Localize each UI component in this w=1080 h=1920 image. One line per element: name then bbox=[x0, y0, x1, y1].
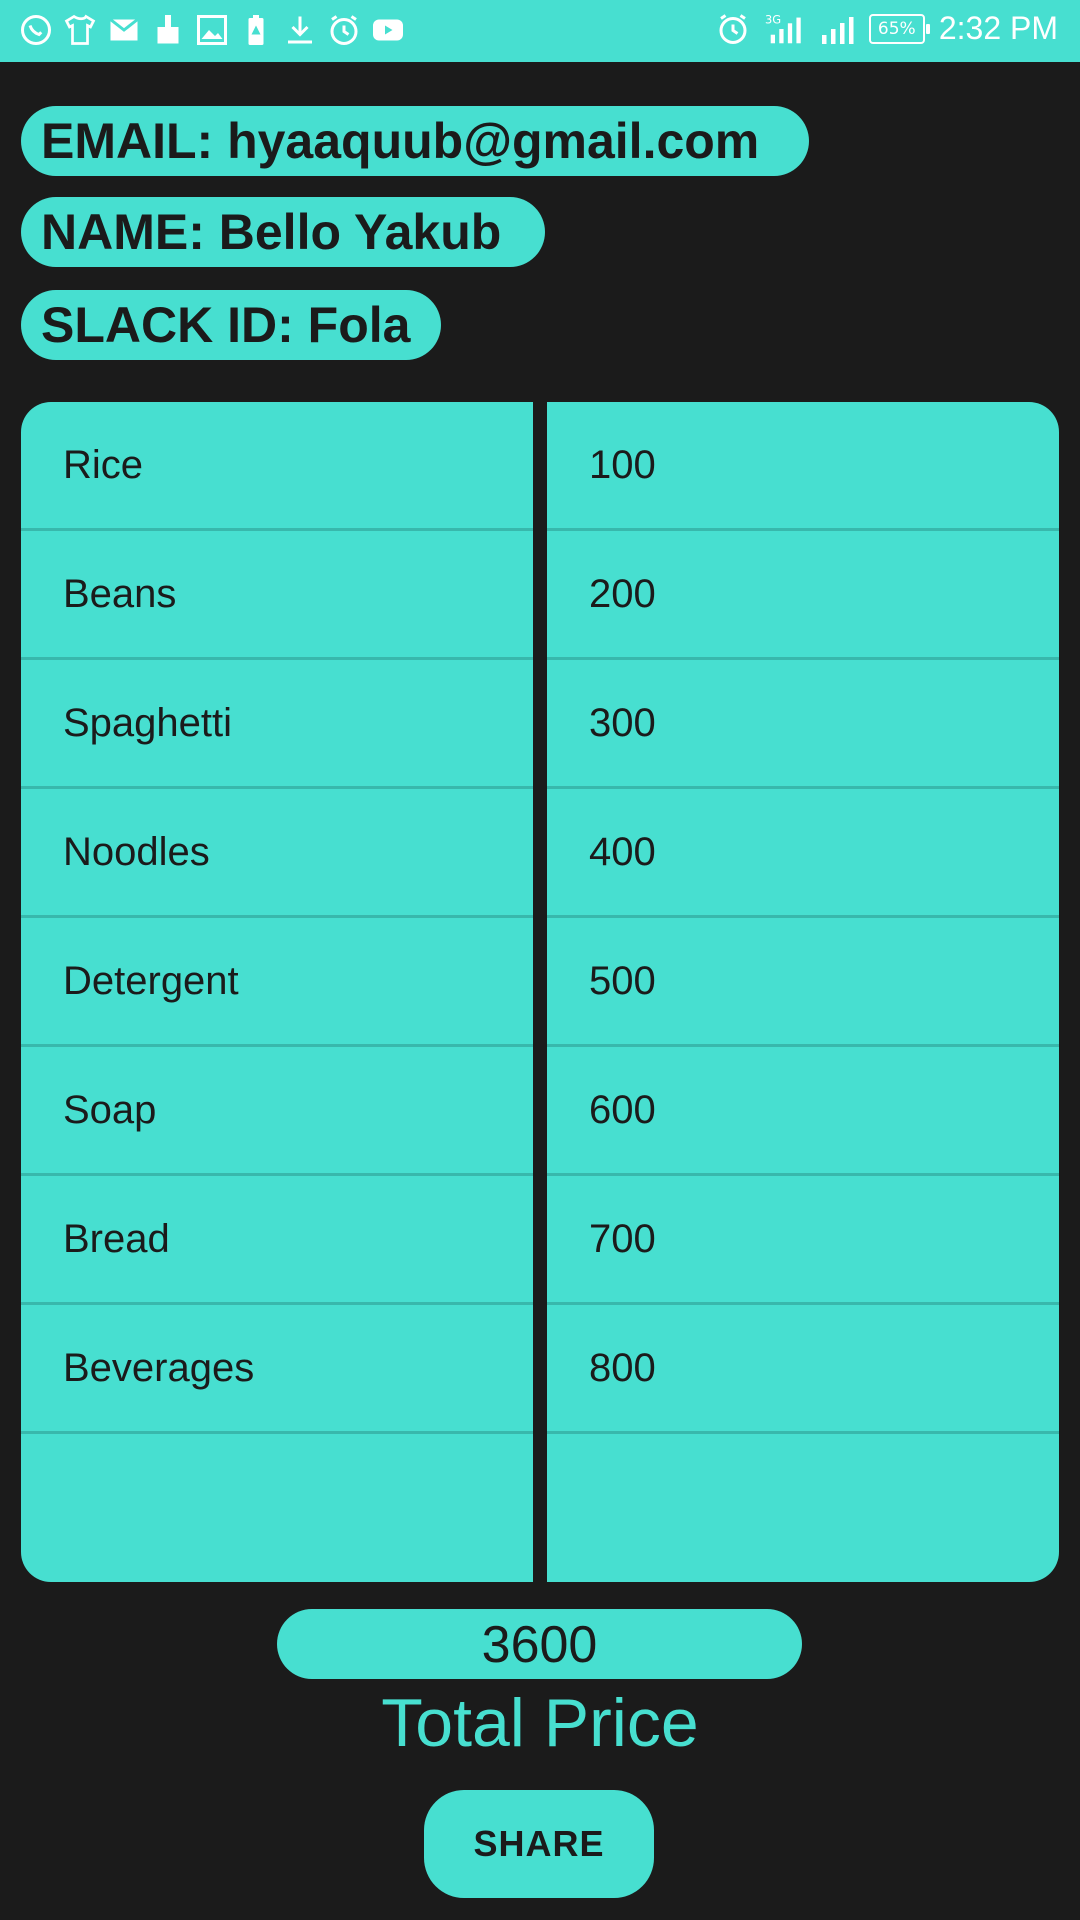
svg-text:3G: 3G bbox=[765, 12, 781, 26]
item-name: Noodles bbox=[21, 789, 533, 918]
item-names-column: Rice Beans Spaghetti Noodles Detergent S… bbox=[21, 402, 533, 1582]
system-icons: 3G 65% 2:32 PM bbox=[715, 10, 1058, 47]
items-table: Rice Beans Spaghetti Noodles Detergent S… bbox=[21, 402, 1059, 1582]
item-name: Bread bbox=[21, 1176, 533, 1305]
slack-id-label: SLACK ID: Fola bbox=[21, 290, 441, 360]
item-price: 600 bbox=[547, 1047, 1059, 1176]
item-name: Spaghetti bbox=[21, 660, 533, 789]
battery-icon: 65% bbox=[868, 13, 930, 44]
item-price: 700 bbox=[547, 1176, 1059, 1305]
gallery-icon bbox=[194, 12, 230, 48]
download-icon bbox=[282, 12, 318, 48]
share-button[interactable]: SHARE bbox=[424, 1790, 654, 1898]
email-label: EMAIL: hyaaquub@gmail.com bbox=[21, 106, 809, 176]
brush-icon bbox=[150, 12, 186, 48]
item-price: 500 bbox=[547, 918, 1059, 1047]
battery-saver-icon bbox=[238, 12, 274, 48]
total-price-label: Total Price bbox=[381, 1685, 699, 1761]
signal-icon: 3G bbox=[765, 11, 805, 47]
alarm-icon bbox=[326, 12, 362, 48]
item-prices-column: 100 200 300 400 500 600 700 800 bbox=[547, 402, 1059, 1582]
status-bar: 3G 65% 2:32 PM bbox=[0, 0, 1080, 62]
item-name: Beverages bbox=[21, 1305, 533, 1434]
item-name: Detergent bbox=[21, 918, 533, 1047]
item-name: Soap bbox=[21, 1047, 533, 1176]
notification-icons bbox=[18, 12, 406, 48]
total-value: 3600 bbox=[277, 1609, 802, 1679]
item-price: 800 bbox=[547, 1305, 1059, 1434]
alarm-icon bbox=[715, 11, 751, 47]
gmail-icon bbox=[106, 12, 142, 48]
tshirt-icon bbox=[62, 12, 98, 48]
item-name: Rice bbox=[21, 402, 533, 531]
item-price: 400 bbox=[547, 789, 1059, 918]
signal-icon bbox=[819, 11, 855, 47]
item-price: 300 bbox=[547, 660, 1059, 789]
item-name: Beans bbox=[21, 531, 533, 660]
name-label: NAME: Bello Yakub bbox=[21, 197, 545, 267]
clock: 2:32 PM bbox=[938, 10, 1058, 46]
item-price: 200 bbox=[547, 531, 1059, 660]
youtube-icon bbox=[370, 12, 406, 48]
whatsapp-icon bbox=[18, 12, 54, 48]
item-price: 100 bbox=[547, 402, 1059, 531]
